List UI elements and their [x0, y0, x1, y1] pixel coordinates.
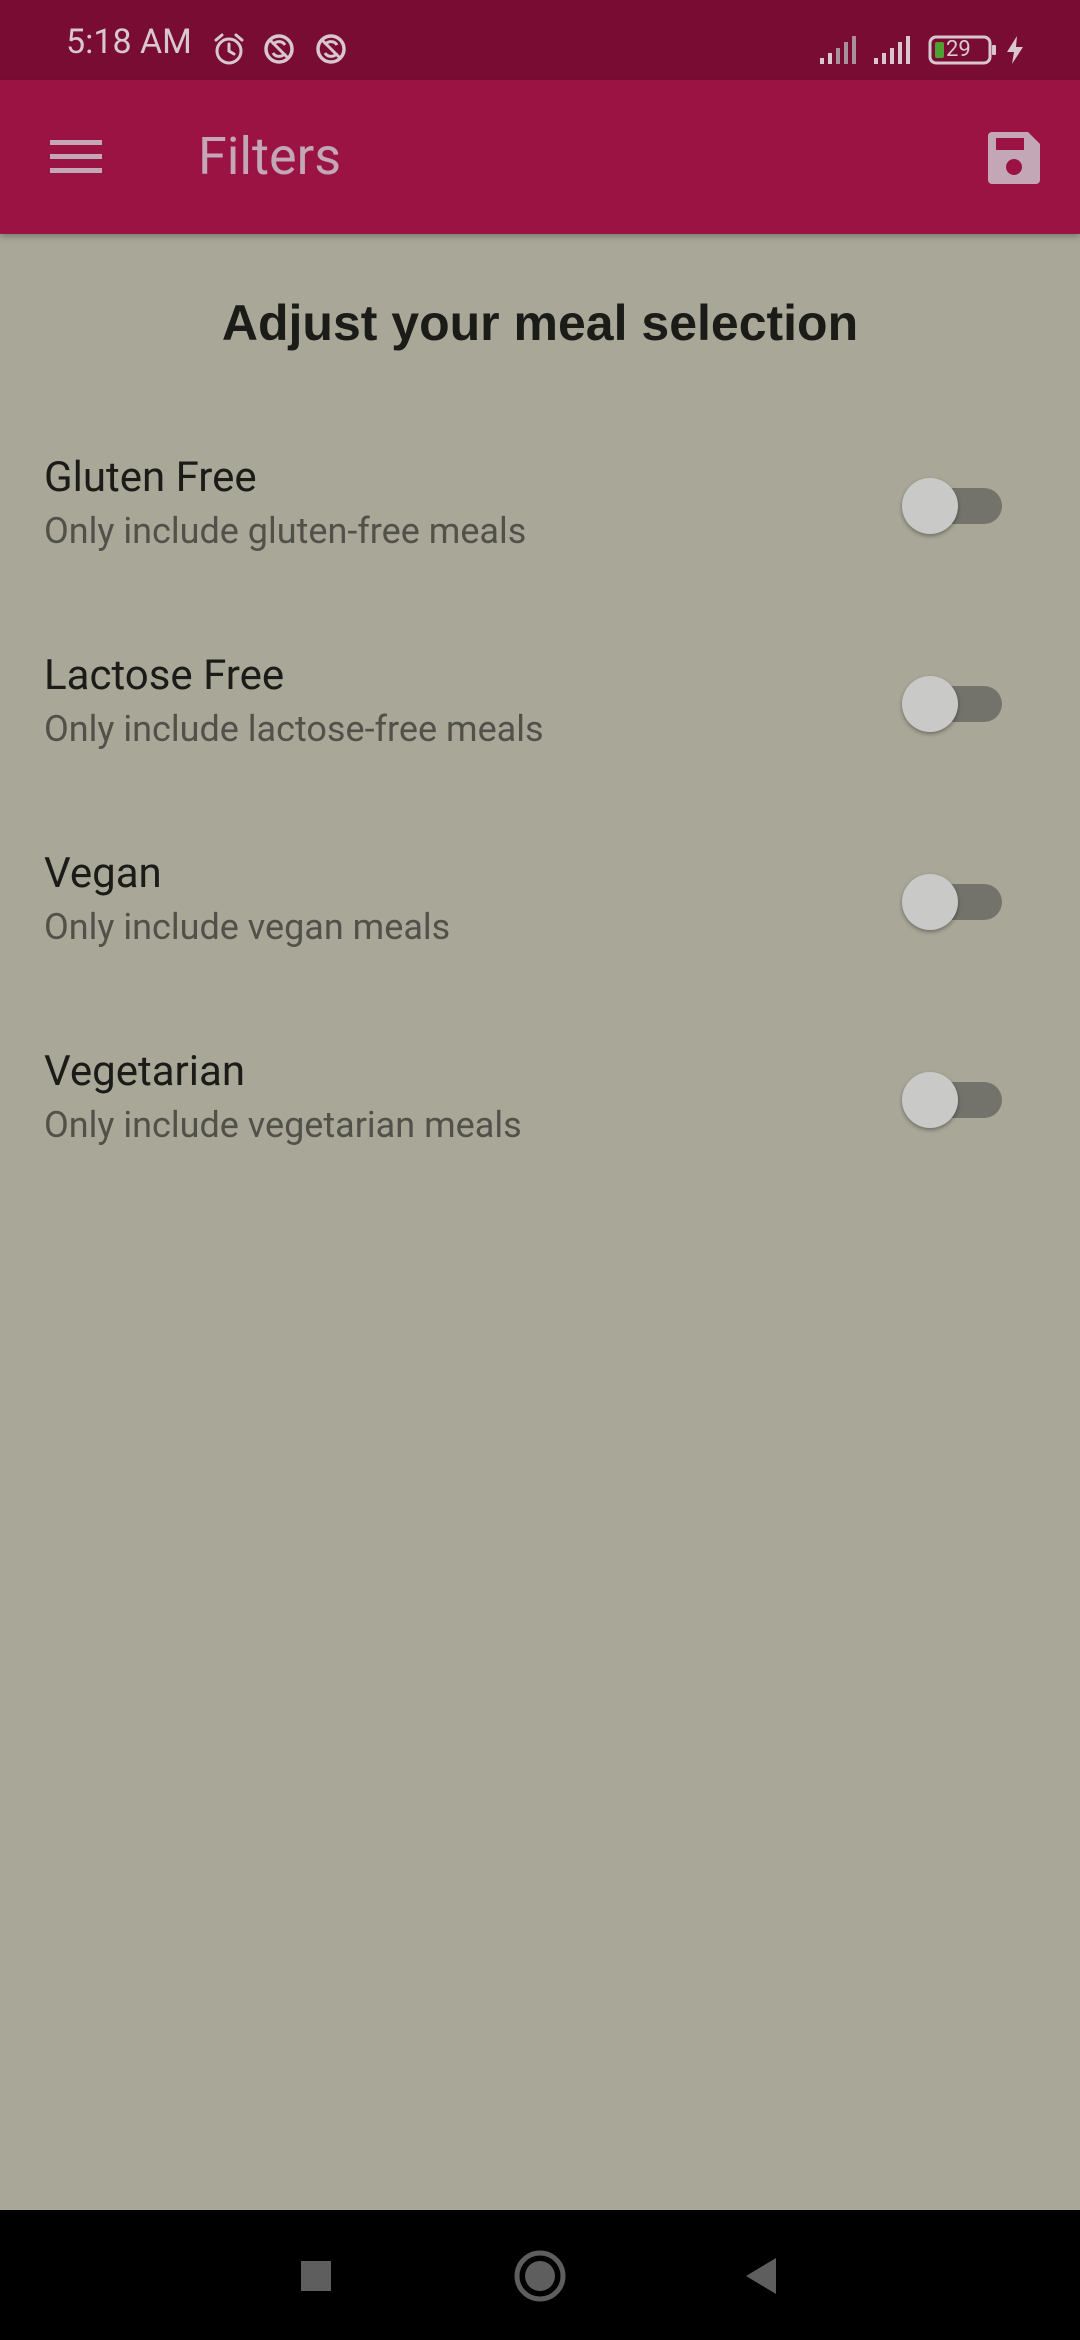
- filter-subtitle: Only include gluten-free meals: [44, 510, 527, 552]
- home-circle-icon: [510, 2250, 570, 2310]
- filter-subtitle: Only include lactose-free meals: [44, 708, 544, 750]
- recents-button[interactable]: [286, 2246, 346, 2306]
- home-button[interactable]: [510, 2246, 570, 2306]
- toggle-thumb: [902, 676, 958, 732]
- vegan-toggle[interactable]: [902, 874, 1002, 930]
- charging-icon: [1004, 34, 1026, 70]
- filter-subtitle: Only include vegan meals: [44, 906, 451, 948]
- gluten-free-toggle[interactable]: [902, 478, 1002, 534]
- menu-button[interactable]: [30, 116, 124, 198]
- vegetarian-toggle[interactable]: [902, 1072, 1002, 1128]
- recents-square-icon: [286, 2261, 346, 2310]
- toggle-thumb: [902, 478, 958, 534]
- filter-row-vegan[interactable]: Vegan Only include vegan meals: [0, 848, 1080, 1008]
- status-bar: 5:18 AM 29: [0, 0, 1080, 80]
- sync-disabled-icon: [314, 32, 348, 70]
- filter-title: Lactose Free: [44, 651, 285, 700]
- sync-disabled-icon: [262, 32, 296, 70]
- filter-row-lactose-free[interactable]: Lactose Free Only include lactose-free m…: [0, 650, 1080, 810]
- signal-icon: [872, 34, 914, 70]
- toggle-thumb: [902, 1072, 958, 1128]
- filter-title: Vegetarian: [44, 1047, 246, 1096]
- toggle-thumb: [902, 874, 958, 930]
- lactose-free-toggle[interactable]: [902, 676, 1002, 732]
- alarm-icon: [212, 32, 246, 70]
- system-navigation-bar: [0, 2210, 1080, 2340]
- back-triangle-icon: [732, 2258, 792, 2310]
- filter-subtitle: Only include vegetarian meals: [44, 1104, 522, 1146]
- hamburger-menu-icon: [50, 138, 102, 180]
- app-bar: Filters: [0, 80, 1080, 234]
- save-button[interactable]: [974, 118, 1054, 198]
- status-time: 5:18 AM: [66, 22, 192, 62]
- page-heading: Adjust your meal selection: [221, 295, 859, 351]
- battery-level-text: 29: [946, 37, 971, 62]
- filter-title: Gluten Free: [44, 453, 257, 502]
- filter-title: Vegan: [44, 849, 162, 898]
- signal-icon: [818, 34, 860, 70]
- page-title: Filters: [198, 126, 342, 187]
- filter-row-vegetarian[interactable]: Vegetarian Only include vegetarian meals: [0, 1046, 1080, 1206]
- back-button[interactable]: [732, 2246, 792, 2306]
- save-icon: [986, 130, 1042, 190]
- filter-row-gluten-free[interactable]: Gluten Free Only include gluten-free mea…: [0, 452, 1080, 612]
